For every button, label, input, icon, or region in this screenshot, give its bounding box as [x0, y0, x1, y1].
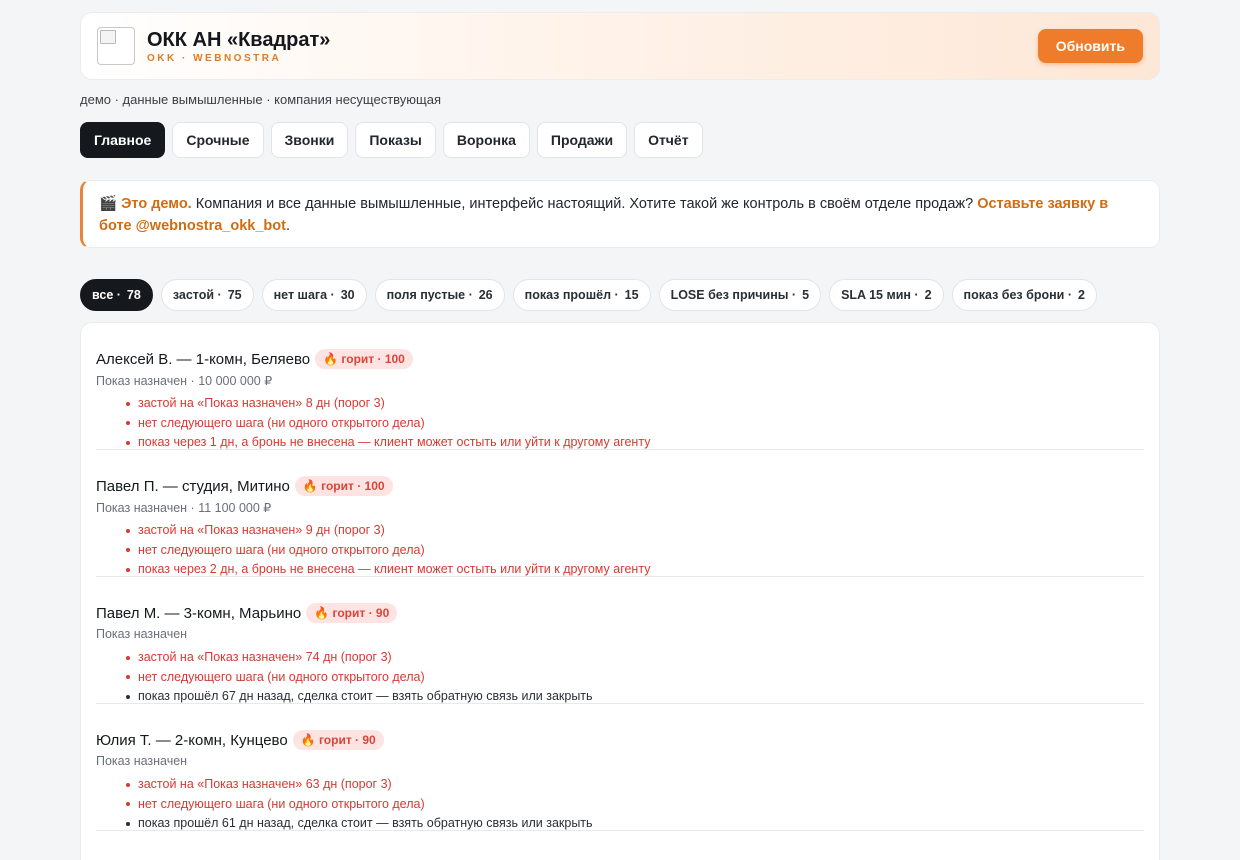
filter-chips: все · 78 застой · 75 нет шага · 30 поля пус… — [80, 279, 1160, 311]
deal-title[interactable]: Павел М. — 3-комн, Марьино — [96, 605, 301, 622]
list-item[interactable]: Павел М. — 3-комн, Марьино 🔥 горит · 90 … — [96, 577, 1144, 704]
filter-chip-stagnation[interactable]: застой · 75 — [160, 279, 254, 311]
demo-note: демо · данные вымышленные · компания нес… — [80, 92, 441, 107]
chip-count: 30 — [340, 288, 355, 302]
issue-item: нет следующего шага (ни одного открытого… — [126, 668, 1144, 688]
issue-item: показ через 2 дн, а бронь не внесена — к… — [126, 560, 1144, 580]
chip-count: 15 — [624, 288, 639, 302]
issue-item: нет следующего шага (ни одного открытого… — [126, 795, 1144, 815]
deal-header: Павел П. — студия, Митино 🔥 горит · 100 — [96, 476, 1144, 496]
deal-header: Павел М. — 3-комн, Марьино 🔥 горит · 90 — [96, 603, 1144, 623]
list-item[interactable]: Юлия Т. — 2-комн, Кунцево 🔥 горит · 90 П… — [96, 704, 1144, 831]
tab-main[interactable]: Главное — [80, 122, 166, 158]
chip-label: поля пустые · — [386, 288, 473, 302]
chip-label: застой · — [172, 288, 222, 302]
deal-stage: Показ назначен · 11 100 000 ₽ — [96, 501, 272, 515]
tab-urgent[interactable]: Срочные — [172, 122, 264, 158]
deals-list: Алексей В. — 1-комн, Беляево 🔥 горит · 1… — [80, 322, 1160, 860]
deal-stage: Показ назначен · 10 000 000 ₽ — [96, 374, 273, 388]
brand-block: ОКК АН «Квадрат» OKK · WEBNOSTRA — [147, 29, 330, 64]
clapperboard-icon: 🎬 — [99, 196, 118, 212]
refresh-button[interactable]: Обновить — [1037, 29, 1143, 63]
app-header: ОКК АН «Квадрат» OKK · WEBNOSTRA Обновит… — [80, 12, 1160, 80]
chip-count: 2 — [924, 288, 932, 302]
deal-header: Алексей В. — 1-комн, Беляево 🔥 горит · 1… — [96, 349, 1144, 369]
issue-item: застой на «Показ назначен» 74 дн (порог … — [126, 648, 1144, 668]
page: ОКК АН «Квадрат» OKK · WEBNOSTRA Обновит… — [80, 12, 1160, 860]
issue-item: показ через 1 дн, а бронь не внесена — к… — [126, 433, 1144, 453]
filter-chip-sla[interactable]: SLA 15 мин · 2 — [829, 279, 944, 311]
deal-title[interactable]: Павел П. — студия, Митино — [96, 478, 290, 495]
filter-chip-lose-no-reason[interactable]: LOSE без причины · 5 — [658, 279, 822, 311]
chip-label: нет шага · — [273, 288, 335, 302]
tab-funnel[interactable]: Воронка — [442, 122, 530, 158]
deal-stage: Показ назначен — [96, 754, 188, 768]
issue-item: застой на «Показ назначен» 63 дн (порог … — [126, 775, 1144, 795]
issue-item: застой на «Показ назначен» 9 дн (порог 3… — [126, 521, 1144, 541]
issue-list: застой на «Показ назначен» 8 дн (порог 3… — [96, 394, 1144, 453]
issue-list: застой на «Показ назначен» 74 дн (порог … — [96, 648, 1144, 707]
issue-item: нет следующего шага (ни одного открытого… — [126, 541, 1144, 561]
tab-calls[interactable]: Звонки — [270, 122, 349, 158]
issue-item: показ прошёл 61 дн назад, сделка стоит —… — [126, 814, 1144, 834]
list-item[interactable]: Павел П. — студия, Митино 🔥 горит · 100 … — [96, 450, 1144, 577]
chip-count: 2 — [1078, 288, 1085, 302]
deal-title[interactable]: Юлия Т. — 2-комн, Кунцево — [96, 732, 288, 749]
hot-badge: 🔥 горит · 100 — [294, 476, 393, 496]
chip-count: 5 — [802, 288, 810, 302]
hot-badge: 🔥 горит · 100 — [315, 349, 413, 369]
page-title: ОКК АН «Квадрат» — [147, 28, 331, 51]
hot-badge: 🔥 горит · 90 — [306, 603, 398, 623]
tab-showings[interactable]: Показы — [355, 122, 436, 158]
chip-label: показ прошёл · — [524, 288, 619, 302]
filter-chip-empty-fields[interactable]: поля пустые · 26 — [374, 279, 505, 311]
deal-header: Юлия Т. — 2-комн, Кунцево 🔥 горит · 90 — [96, 730, 1144, 750]
chip-count: 78 — [126, 288, 141, 302]
tab-sales[interactable]: Продажи — [536, 122, 628, 158]
filter-chip-no-booking[interactable]: показ без брони · 2 — [951, 279, 1097, 311]
main-tabs: Главное Срочные Звонки Показы Воронка Пр… — [80, 122, 1160, 158]
filter-chip-all[interactable]: все · 78 — [80, 279, 153, 311]
filter-chip-showing-passed[interactable]: показ прошёл · 15 — [512, 279, 651, 311]
issue-item: показ прошёл 67 дн назад, сделка стоит —… — [126, 687, 1144, 707]
deal-title[interactable]: Алексей В. — 1-комн, Беляево — [96, 351, 310, 368]
banner-text: Компания и все данные вымышленные, интер… — [191, 196, 978, 212]
demo-banner: 🎬 Это демо. Компания и все данные вымышл… — [80, 180, 1160, 248]
tab-report[interactable]: Отчёт — [634, 122, 703, 158]
chip-count: 26 — [478, 288, 493, 302]
brand-subtitle: OKK · WEBNOSTRA — [147, 52, 282, 64]
filter-chip-no-step[interactable]: нет шага · 30 — [261, 279, 367, 311]
chip-label: показ без брони · — [963, 288, 1072, 302]
hot-badge: 🔥 горит · 90 — [292, 730, 384, 750]
chip-label: LOSE без причины · — [670, 288, 797, 302]
list-item[interactable]: Алексей В. — 1-комн, Беляево 🔥 горит · 1… — [96, 323, 1144, 450]
issue-item: нет следующего шага (ни одного открытого… — [126, 414, 1144, 434]
chip-label: все · — [92, 288, 121, 302]
issue-list: застой на «Показ назначен» 9 дн (порог 3… — [96, 521, 1144, 580]
chip-label: SLA 15 мин · — [841, 288, 919, 302]
chip-count: 75 — [227, 288, 242, 302]
banner-tail: . — [285, 218, 290, 234]
company-logo-image — [97, 27, 135, 65]
issue-item: застой на «Показ назначен» 8 дн (порог 3… — [126, 394, 1144, 414]
banner-lead: Это демо. — [121, 196, 192, 212]
issue-list: застой на «Показ назначен» 63 дн (порог … — [96, 775, 1144, 834]
deal-stage: Показ назначен — [96, 627, 188, 641]
